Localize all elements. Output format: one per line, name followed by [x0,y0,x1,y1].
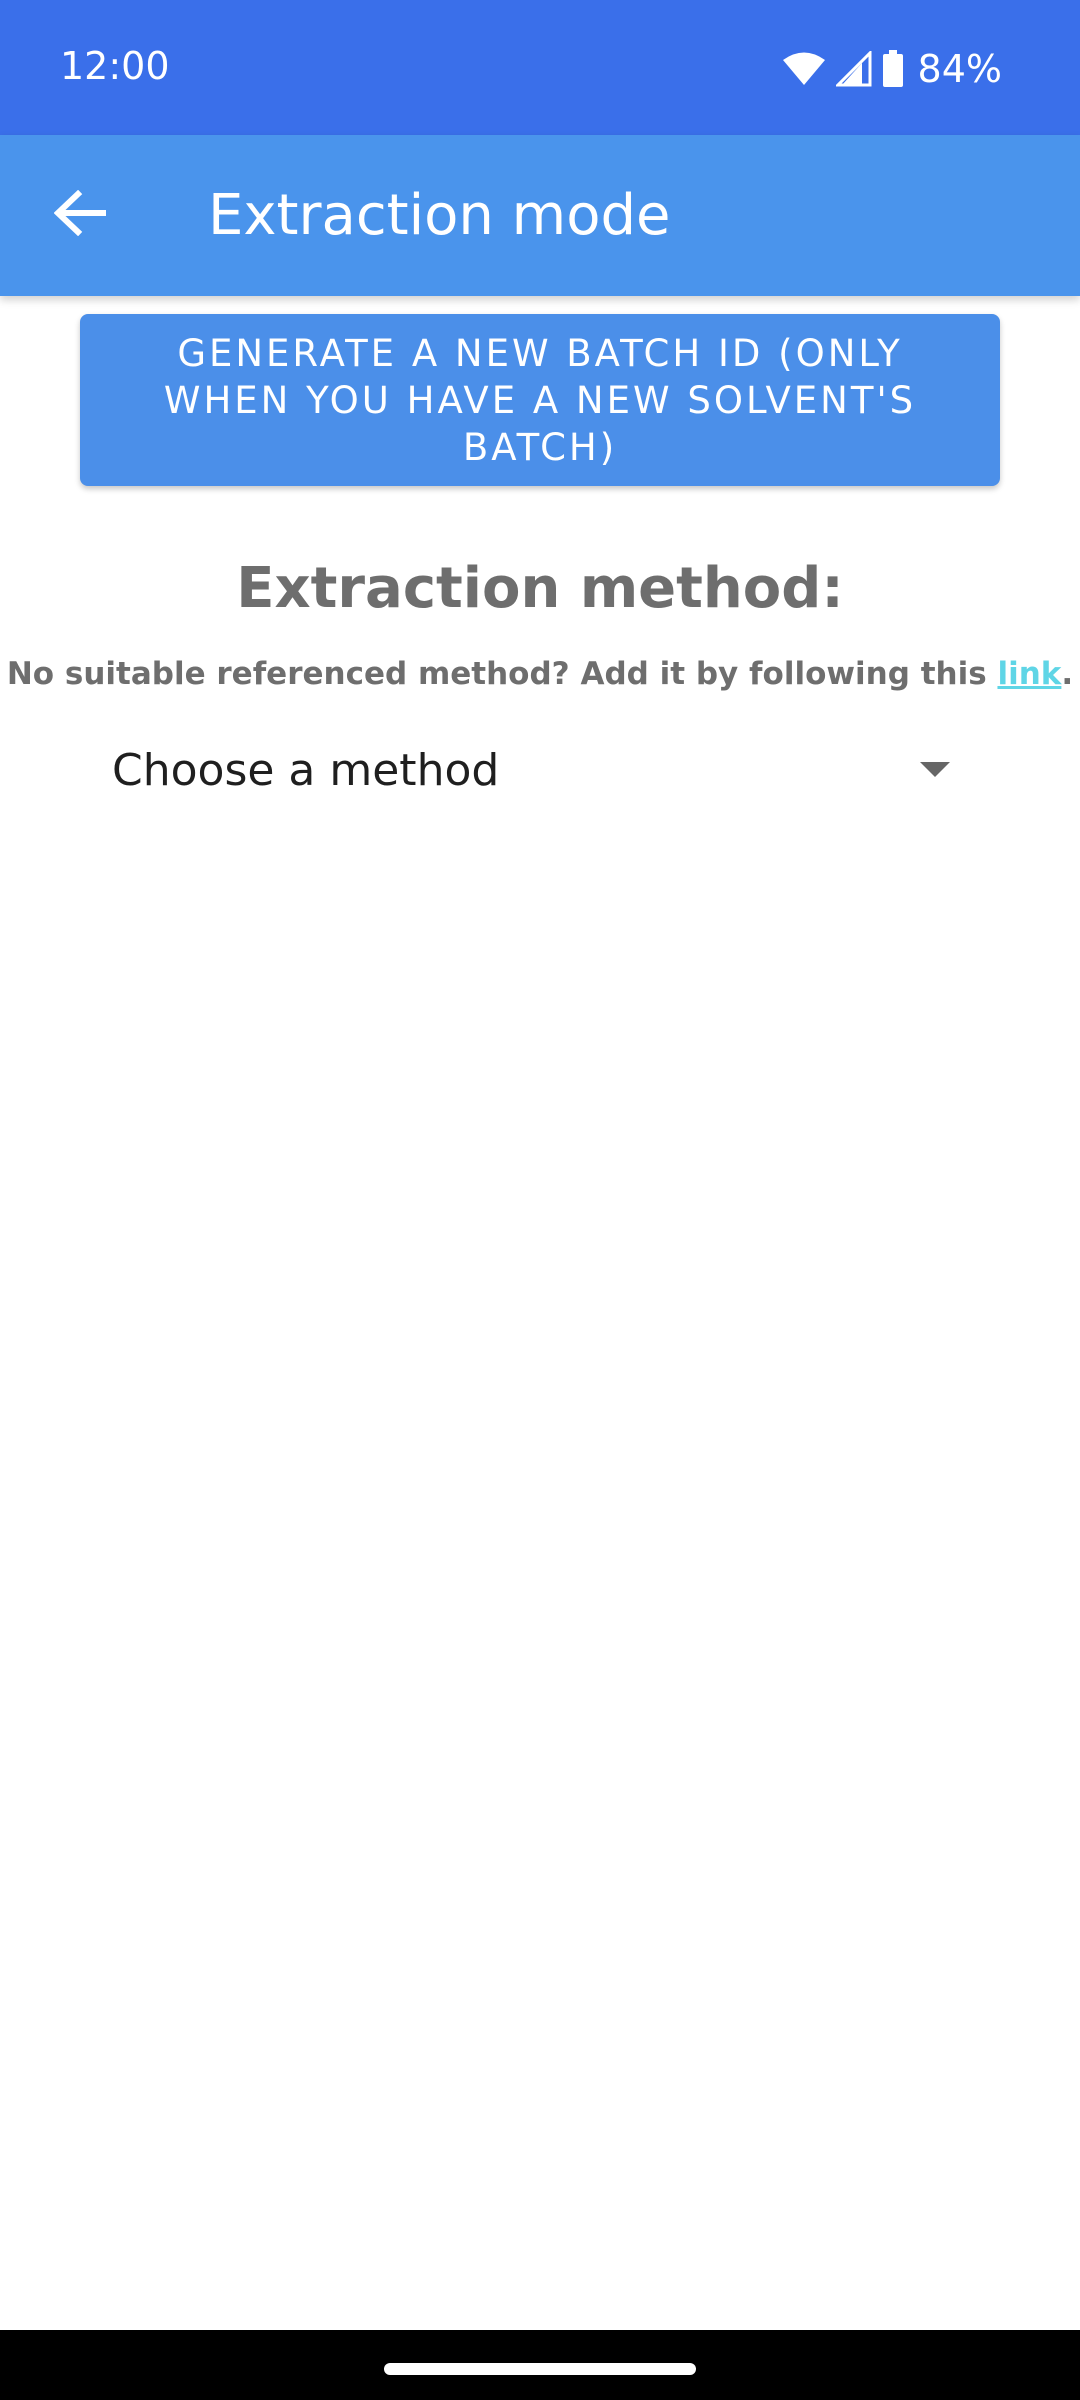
status-bar: 12:00 84% [0,0,1080,135]
battery-icon [882,50,904,88]
hint-prefix: No suitable referenced method? Add it by… [6,656,998,692]
status-icons: 84% [782,44,1002,94]
wifi-icon [782,51,826,87]
hint-suffix: . [1061,656,1074,692]
dropdown-arrow-icon [920,762,950,778]
add-method-hint: No suitable referenced method? Add it by… [0,656,1080,692]
navigation-bar [0,2330,1080,2400]
method-dropdown[interactable]: Choose a method [90,730,970,810]
screen: 12:00 84% Extraction mode GENERATE A NEW… [0,0,1080,2400]
back-button[interactable] [40,175,120,255]
add-method-link[interactable]: link [997,656,1061,692]
battery-percent: 84% [917,47,1002,91]
home-gesture-handle[interactable] [384,2363,696,2375]
dropdown-selected-value: Choose a method [112,744,500,796]
app-bar: Extraction mode [0,135,1080,296]
status-time: 12:00 [60,44,170,88]
extraction-method-heading: Extraction method: [236,556,844,621]
cell-signal-icon [835,51,872,87]
arrow-back-icon [53,189,107,241]
generate-batch-id-button[interactable]: GENERATE A NEW BATCH ID (ONLY WHEN YOU H… [80,314,1000,486]
page-title: Extraction mode [208,183,671,248]
